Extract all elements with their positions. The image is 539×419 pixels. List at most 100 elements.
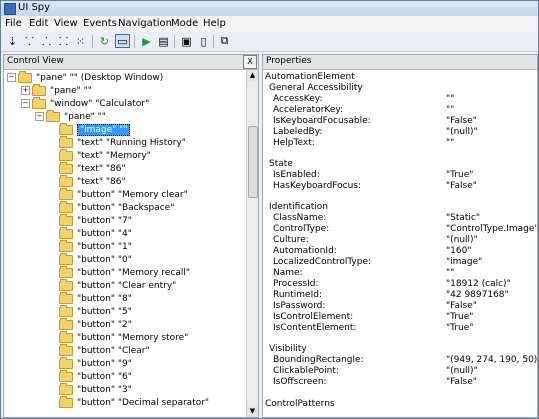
property-label: IsEnabled:	[273, 170, 320, 180]
property-label: ClassName:	[273, 213, 327, 223]
menu-help[interactable]: Help	[203, 18, 226, 29]
window-view-icon[interactable]: ▭	[115, 34, 130, 48]
camera-icon[interactable]: ▣	[179, 34, 194, 48]
folder-icon	[59, 330, 73, 343]
tree-item[interactable]: "button" "5"	[59, 304, 132, 319]
property-label: AutomationId:	[273, 246, 337, 256]
tree-item[interactable]: − "window" "Calculator"	[21, 96, 149, 111]
tree-item[interactable]: "button" "3"	[59, 382, 132, 397]
property-value: "ControlType.Image"	[446, 224, 538, 234]
refresh-icon[interactable]: ↻	[97, 34, 112, 48]
property-group: ControlPatterns	[265, 399, 335, 409]
property-value: ""	[446, 94, 455, 104]
expand-icon[interactable]: +	[21, 86, 30, 95]
collapse-icon[interactable]: −	[7, 73, 16, 82]
document-icon[interactable]: ▯	[196, 34, 211, 48]
property-label: AccessKey:	[273, 94, 323, 104]
properties-grid-icon[interactable]: ▤	[156, 34, 171, 48]
property-label: Name:	[273, 268, 303, 278]
property-label: IsPassword:	[273, 301, 326, 311]
highlight-window-icon[interactable]: ⧉	[217, 34, 232, 48]
collapse-icon[interactable]: −	[21, 99, 30, 108]
tree-item[interactable]: + "pane" ""	[21, 83, 92, 98]
folder-icon	[59, 356, 73, 369]
property-value: "18912 (calc)"	[446, 279, 511, 289]
tree-item[interactable]: "button" "6"	[59, 369, 132, 384]
property-label: BoundingRectangle:	[273, 355, 364, 365]
toolbar-separator	[134, 35, 135, 48]
tree-item[interactable]: "button" "Backspace"	[59, 200, 174, 215]
property-label: AcceleratorKey:	[273, 105, 344, 115]
tree-item[interactable]: "button" "1"	[59, 239, 132, 254]
menu-file[interactable]: File	[5, 18, 22, 29]
toolbar-separator	[213, 35, 214, 48]
menu-events[interactable]: Events	[83, 18, 117, 29]
tree-item-selected[interactable]: "image" ""	[59, 122, 131, 137]
tree-item[interactable]: "button" "Memory recall"	[59, 265, 190, 280]
tree-item[interactable]: − "pane" "" (Desktop Window)	[7, 70, 163, 85]
property-value: "False"	[446, 181, 477, 191]
property-value: ""	[446, 138, 455, 148]
property-value: "False"	[446, 377, 477, 387]
close-icon[interactable]: X	[243, 55, 257, 69]
tree-item[interactable]: "text" "Memory"	[59, 148, 151, 163]
property-label: IsOffscreen:	[273, 377, 327, 387]
tree-scrollbar[interactable]: ▲ ▼	[246, 70, 258, 417]
navigate-last-child-icon[interactable]: ⁙	[73, 34, 88, 48]
tree-item[interactable]: "button" "Memory clear"	[59, 187, 188, 202]
property-section: Visibility	[269, 344, 307, 354]
menu-mode[interactable]: Mode	[171, 18, 198, 29]
folder-icon	[59, 239, 73, 252]
tree-item[interactable]: "button" "9"	[59, 356, 132, 371]
tree-item[interactable]: "button" "8"	[59, 291, 132, 306]
scroll-down-icon[interactable]: ▼	[247, 406, 258, 417]
collapse-icon[interactable]: −	[35, 112, 44, 121]
tree-item[interactable]: "button" "0"	[59, 252, 132, 267]
navigate-next-sibling-icon[interactable]: ⸫	[39, 34, 54, 48]
folder-icon	[59, 187, 73, 200]
property-value: ""	[446, 105, 455, 115]
tree-item[interactable]: "button" "7"	[59, 213, 132, 228]
tree-item[interactable]: "button" "2"	[59, 317, 132, 332]
tree-item[interactable]: "text" "Running History"	[59, 135, 186, 150]
property-label: HelpText:	[273, 138, 315, 148]
property-label: HasKeyboardFocus:	[273, 181, 362, 191]
navigate-first-child-icon[interactable]: ⸪	[22, 34, 37, 48]
tree-item[interactable]: "button" "Decimal separator"	[59, 395, 209, 410]
property-label: ProcessId:	[273, 279, 319, 289]
scroll-up-icon[interactable]: ▲	[247, 70, 258, 81]
property-value: "(949, 274, 190, 50)"	[446, 355, 538, 365]
menu-edit[interactable]: Edit	[29, 18, 48, 29]
toolbar-separator	[92, 35, 93, 48]
menu-view[interactable]: View	[54, 18, 78, 29]
tree-item[interactable]: "button" "4"	[59, 226, 132, 241]
folder-icon	[46, 109, 60, 122]
navigate-previous-sibling-icon[interactable]: ⸬	[56, 34, 71, 48]
scroll-thumb[interactable]	[248, 126, 258, 198]
folder-icon	[59, 278, 73, 291]
tree-item[interactable]: "button" "Clear"	[59, 343, 150, 358]
menu-navigation[interactable]: Navigation	[118, 18, 172, 29]
folder-icon	[59, 213, 73, 226]
property-section: Identification	[269, 202, 329, 212]
property-value: ""	[446, 268, 455, 278]
control-view-title: Control View	[7, 56, 64, 66]
property-label: Culture:	[273, 235, 309, 245]
title-bar: UI Spy	[1, 1, 538, 16]
tree-item[interactable]: "text" "86"	[59, 161, 126, 176]
folder-icon	[32, 83, 46, 96]
folder-icon	[59, 148, 73, 161]
property-value: "Static"	[446, 213, 481, 223]
toolbar: ⇣ ⸪ ⸫ ⸬ ⁙ ↻ ▭ ▶ ▤ ▣ ▯ ⧉	[1, 32, 538, 52]
properties-panel: Properties AutomationElement General Acc…	[262, 54, 538, 418]
tree-item[interactable]: − "pane" ""	[35, 109, 106, 124]
tree-item[interactable]: "button" "Clear entry"	[59, 278, 176, 293]
tree-item[interactable]: "button" "Memory store"	[59, 330, 188, 345]
folder-icon	[59, 226, 73, 239]
property-label: LocalizedControlType:	[273, 257, 372, 267]
property-label: ControlType:	[273, 224, 330, 234]
folder-icon	[59, 161, 73, 174]
tree-item[interactable]: "text" "86"	[59, 174, 126, 189]
play-icon[interactable]: ▶	[139, 34, 154, 48]
navigate-parent-icon[interactable]: ⇣	[5, 34, 20, 48]
